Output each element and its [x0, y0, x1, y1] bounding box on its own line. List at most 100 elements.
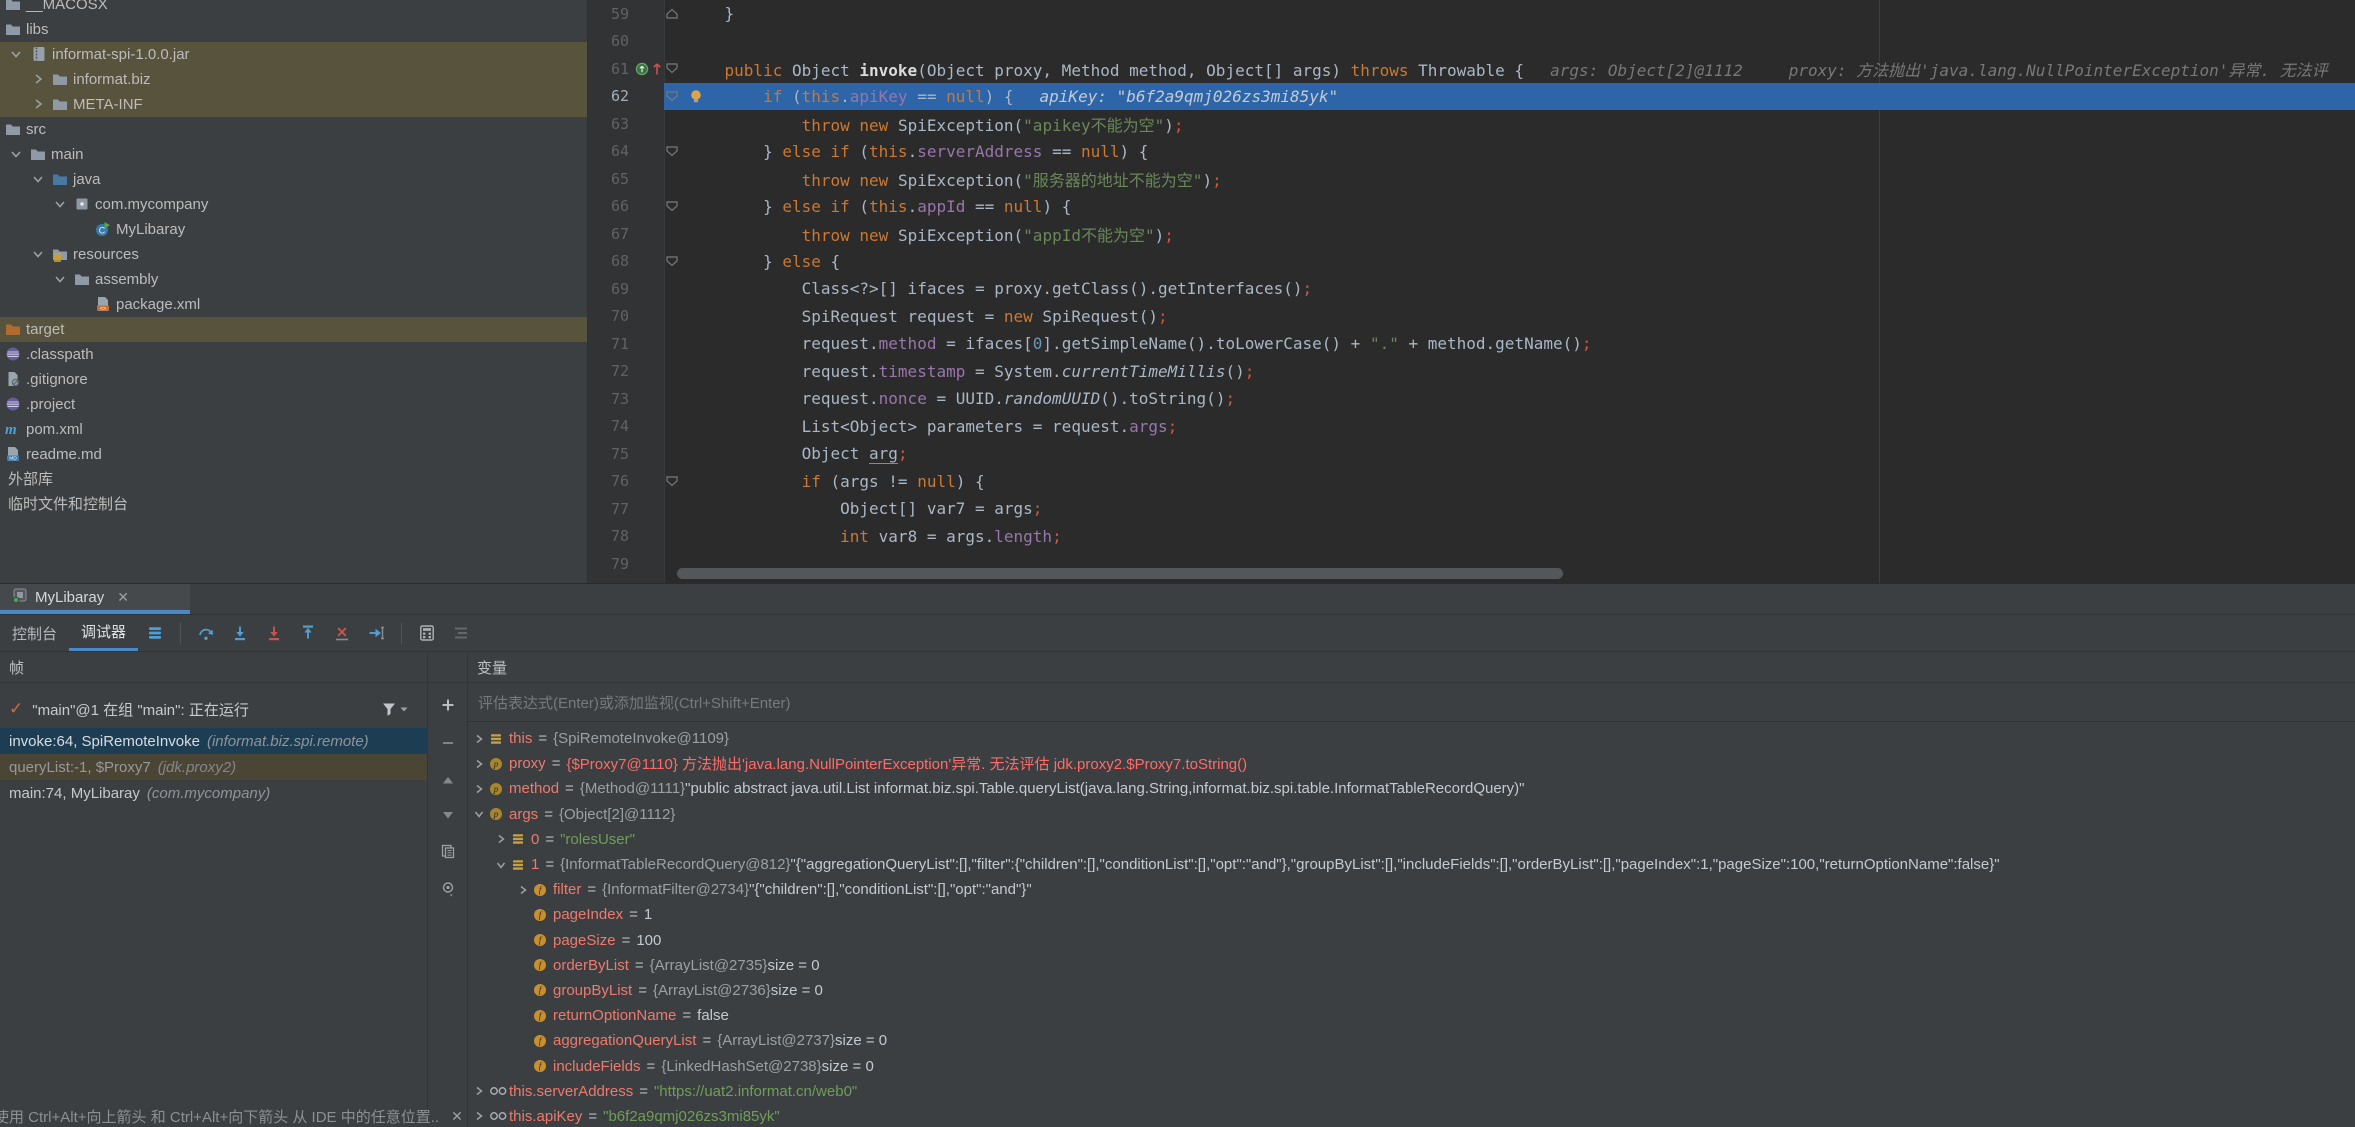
- duplicate-watch-icon[interactable]: [440, 843, 456, 864]
- tab-mylibaray[interactable]: MyLibaray ✕: [0, 584, 190, 614]
- editor-line[interactable]: 63 throw new SpiException("apikey不能为空");: [588, 110, 2355, 138]
- tree-item[interactable]: informat-spi-1.0.0.jar: [0, 42, 587, 67]
- variable-row[interactable]: fpageIndex=1: [468, 902, 2355, 927]
- tree-item[interactable]: libs: [0, 17, 587, 42]
- variable-collapsed-chevron-icon[interactable]: [472, 782, 489, 796]
- tree-collapsed-chevron-icon[interactable]: [30, 96, 46, 112]
- evaluate-expression-icon[interactable]: [418, 624, 436, 642]
- tree-expanded-chevron-icon[interactable]: [8, 146, 24, 162]
- evaluate-expression-input[interactable]: 评估表达式(Enter)或添加监视(Ctrl+Shift+Enter): [468, 683, 2355, 722]
- editor-line[interactable]: 73 request.nonce = UUID.randomUUID().toS…: [588, 385, 2355, 413]
- variable-row[interactable]: 1={InformatTableRecordQuery@812} "{"aggr…: [468, 852, 2355, 877]
- tree-expanded-chevron-icon[interactable]: [52, 271, 68, 287]
- move-watch-up-icon[interactable]: [441, 773, 455, 791]
- add-watch-icon[interactable]: [440, 697, 456, 718]
- editor-line[interactable]: 69 Class<?>[] ifaces = proxy.getClass().…: [588, 275, 2355, 303]
- tab-debugger[interactable]: 调试器: [69, 615, 138, 651]
- tree-item[interactable]: main: [0, 142, 587, 167]
- tree-expanded-chevron-icon[interactable]: [8, 46, 24, 62]
- tree-item[interactable]: java: [0, 167, 587, 192]
- tree-item[interactable]: 外部库: [0, 467, 587, 492]
- editor-line[interactable]: 61 public Object invoke(Object proxy, Me…: [588, 55, 2355, 83]
- tree-item[interactable]: <>package.xml: [0, 292, 587, 317]
- variable-row[interactable]: pargs={Object[2]@1112}: [468, 802, 2355, 827]
- tree-expanded-chevron-icon[interactable]: [30, 171, 46, 187]
- tree-item[interactable]: target: [0, 317, 587, 342]
- variable-row[interactable]: freturnOptionName=false: [468, 1003, 2355, 1028]
- editor-horizontal-scrollbar[interactable]: [677, 568, 1563, 579]
- variable-row[interactable]: pmethod={Method@1111} "public abstract j…: [468, 776, 2355, 801]
- variable-collapsed-chevron-icon[interactable]: [472, 1084, 489, 1098]
- variable-row[interactable]: ffilter={InformatFilter@2734} "{"childre…: [468, 877, 2355, 902]
- force-step-into-icon[interactable]: [265, 624, 283, 642]
- tree-item[interactable]: MDreadme.md: [0, 442, 587, 467]
- implements-marker-icon[interactable]: [634, 61, 650, 77]
- variable-expanded-chevron-icon[interactable]: [494, 858, 511, 872]
- tree-item[interactable]: resources: [0, 242, 587, 267]
- editor-line[interactable]: 70 SpiRequest request = new SpiRequest()…: [588, 303, 2355, 331]
- threads-menu-icon[interactable]: [146, 624, 164, 642]
- editor-line[interactable]: 78 int var8 = args.length;: [588, 523, 2355, 551]
- editor-line[interactable]: 76 if (args != null) {: [588, 468, 2355, 496]
- code-editor[interactable]: 59 }6061 public Object invoke(Object pro…: [588, 0, 2355, 583]
- navigate-up-icon[interactable]: [651, 61, 663, 77]
- editor-line[interactable]: 59 }: [588, 0, 2355, 28]
- editor-line[interactable]: 60: [588, 28, 2355, 56]
- filter-funnel-icon[interactable]: [381, 701, 397, 717]
- dismiss-hint-icon[interactable]: ✕: [451, 1108, 463, 1125]
- editor-line[interactable]: 75 Object arg;: [588, 440, 2355, 468]
- intention-bulb-icon[interactable]: [688, 88, 704, 104]
- variable-row[interactable]: faggregationQueryList={ArrayList@2737} s…: [468, 1028, 2355, 1053]
- tree-item[interactable]: __MACOSX: [0, 0, 587, 17]
- stack-frame-row[interactable]: invoke:64, SpiRemoteInvoke (informat.biz…: [0, 728, 427, 754]
- step-into-icon[interactable]: [231, 624, 249, 642]
- variable-row[interactable]: this={SpiRemoteInvoke@1109}: [468, 726, 2355, 751]
- stack-frame-row[interactable]: main:74, MyLibaray (com.mycompany): [0, 780, 427, 806]
- tab-console[interactable]: 控制台: [0, 615, 69, 651]
- tree-item[interactable]: informat.biz: [0, 67, 587, 92]
- move-watch-down-icon[interactable]: [441, 808, 455, 826]
- editor-line[interactable]: 77 Object[] var7 = args;: [588, 495, 2355, 523]
- tree-item[interactable]: META-INF: [0, 92, 587, 117]
- drop-frame-icon[interactable]: [333, 624, 351, 642]
- tree-collapsed-chevron-icon[interactable]: [30, 71, 46, 87]
- tree-item[interactable]: assembly: [0, 267, 587, 292]
- tree-item[interactable]: .gitignore: [0, 367, 587, 392]
- tree-expanded-chevron-icon[interactable]: [30, 246, 46, 262]
- show-watches-icon[interactable]: [439, 881, 457, 903]
- tree-item[interactable]: .classpath: [0, 342, 587, 367]
- editor-line[interactable]: 68 } else {: [588, 248, 2355, 276]
- tree-item[interactable]: com.mycompany: [0, 192, 587, 217]
- tree-item[interactable]: CMyLibaray: [0, 217, 587, 242]
- variable-collapsed-chevron-icon[interactable]: [472, 1109, 489, 1123]
- variable-row[interactable]: fpageSize=100: [468, 928, 2355, 953]
- tree-item[interactable]: src: [0, 117, 587, 142]
- tree-item[interactable]: 临时文件和控制台: [0, 492, 587, 517]
- tree-item[interactable]: .project: [0, 392, 587, 417]
- layout-settings-icon[interactable]: [452, 624, 470, 642]
- editor-line[interactable]: 71 request.method = ifaces[0].getSimpleN…: [588, 330, 2355, 358]
- editor-line[interactable]: 72 request.timestamp = System.currentTim…: [588, 358, 2355, 386]
- step-out-icon[interactable]: [299, 624, 317, 642]
- variable-expanded-chevron-icon[interactable]: [472, 807, 489, 821]
- variable-row[interactable]: this.serverAddress="https://uat2.informa…: [468, 1079, 2355, 1104]
- variable-row[interactable]: 0="rolesUser": [468, 827, 2355, 852]
- variable-collapsed-chevron-icon[interactable]: [516, 883, 533, 897]
- editor-line[interactable]: 66 } else if (this.appId == null) {: [588, 193, 2355, 221]
- editor-line[interactable]: 64 } else if (this.serverAddress == null…: [588, 138, 2355, 166]
- variable-row[interactable]: fgroupByList={ArrayList@2736} size = 0: [468, 978, 2355, 1003]
- editor-line[interactable]: 62 if (this.apiKey == null) {apiKey: "b6…: [588, 83, 2355, 111]
- editor-line[interactable]: 67 throw new SpiException("appId不能为空");: [588, 220, 2355, 248]
- thread-selector[interactable]: ✓"main"@1 在组 "main": 正在运行: [0, 696, 427, 722]
- tree-item[interactable]: mpom.xml: [0, 417, 587, 442]
- stack-frame-row[interactable]: queryList:-1, $Proxy7 (jdk.proxy2): [0, 754, 427, 780]
- editor-line[interactable]: 65 throw new SpiException("服务器的地址不能为空");: [588, 165, 2355, 193]
- thread-dropdown-icon[interactable]: [397, 702, 411, 716]
- close-icon[interactable]: ✕: [117, 589, 129, 606]
- variable-row[interactable]: fincludeFields={LinkedHashSet@2738} size…: [468, 1053, 2355, 1078]
- variable-collapsed-chevron-icon[interactable]: [472, 732, 489, 746]
- variable-row[interactable]: forderByList={ArrayList@2735} size = 0: [468, 953, 2355, 978]
- variable-collapsed-chevron-icon[interactable]: [494, 832, 511, 846]
- step-over-icon[interactable]: [197, 624, 215, 642]
- variable-row[interactable]: pproxy={$Proxy7@1110} 方法抛出'java.lang.Nul…: [468, 751, 2355, 776]
